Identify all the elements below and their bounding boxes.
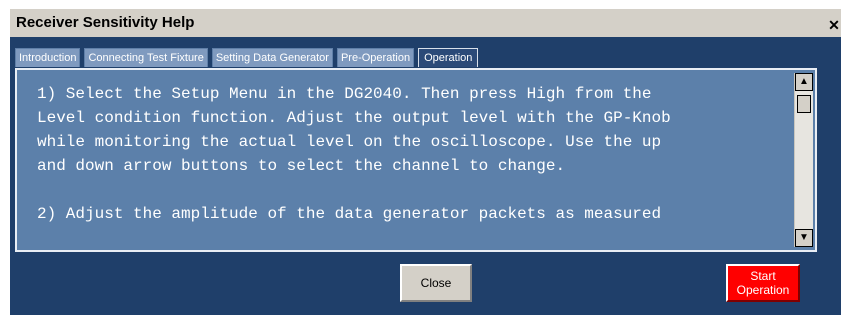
tab-introduction[interactable]: Introduction (15, 48, 81, 67)
close-icon[interactable]: ✕ (826, 17, 841, 33)
vertical-scrollbar[interactable]: ▲ ▼ (794, 73, 813, 247)
tab-pre-operation[interactable]: Pre-Operation (336, 48, 415, 67)
tab-strip: Introduction Connecting Test Fixture Set… (15, 48, 479, 68)
start-operation-button[interactable]: Start Operation (726, 264, 800, 302)
tab-connecting-test-fixture[interactable]: Connecting Test Fixture (84, 48, 208, 67)
arrow-down-icon[interactable]: ▼ (795, 229, 813, 247)
content-panel: 1) Select the Setup Menu in the DG2040. … (15, 68, 817, 252)
scroll-thumb[interactable] (797, 95, 811, 113)
tab-operation[interactable]: Operation (418, 48, 479, 67)
window-title: Receiver Sensitivity Help (16, 14, 195, 31)
close-button[interactable]: Close (400, 264, 472, 302)
tab-setting-data-generator[interactable]: Setting Data Generator (211, 48, 333, 67)
title-bar: Receiver Sensitivity Help ✕ (0, 0, 841, 38)
help-window: Receiver Sensitivity Help ✕ Introduction… (0, 0, 841, 315)
help-text: 1) Select the Setup Menu in the DG2040. … (37, 85, 671, 223)
arrow-up-icon[interactable]: ▲ (795, 73, 813, 91)
